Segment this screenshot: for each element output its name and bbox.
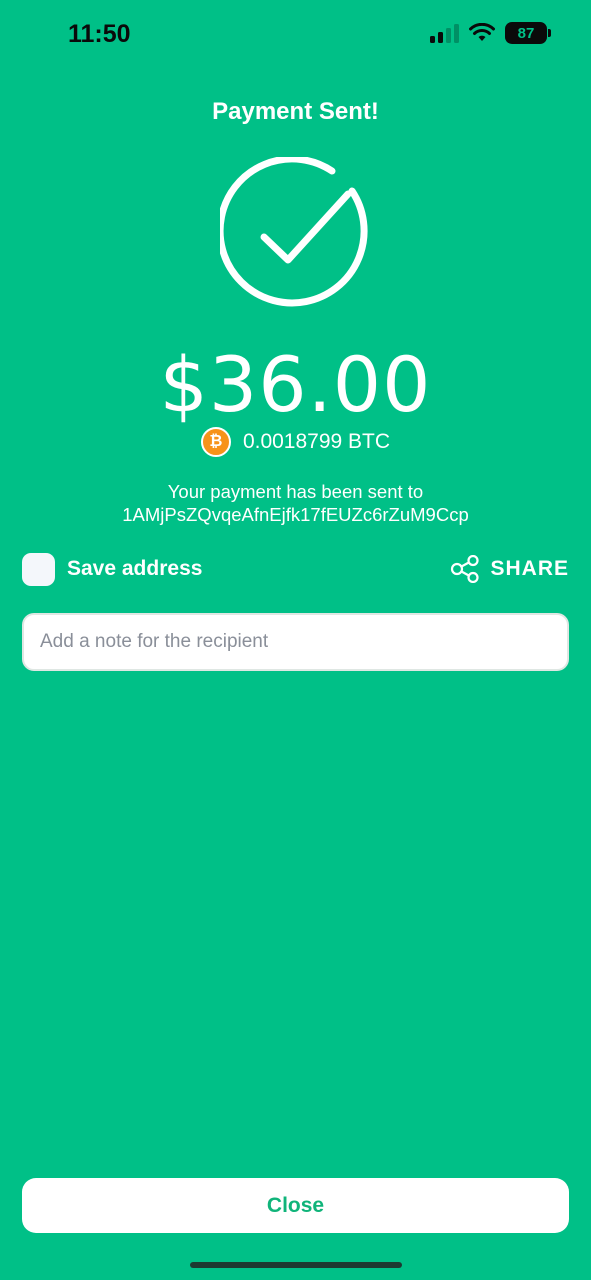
payment-amount: $36.00 — [159, 340, 432, 429]
share-label: SHARE — [490, 557, 569, 580]
sent-line: Your payment has been sent to — [167, 481, 424, 502]
wifi-icon — [469, 23, 495, 41]
btc-amount: 0.0018799 BTC — [242, 430, 391, 453]
battery-icon: 87 — [505, 22, 551, 44]
status-time: 11:50 — [68, 20, 131, 48]
action-row: Save address SHARE — [22, 551, 569, 587]
close-button[interactable]: Close — [22, 1178, 569, 1233]
status-bar: 11:50 87 — [0, 0, 591, 70]
save-address-label: Save address — [67, 557, 203, 580]
share-button[interactable]: SHARE — [450, 555, 569, 583]
share-icon — [451, 555, 480, 583]
sent-message: Your payment has been sent to 1AMjPsZQvq… — [0, 480, 591, 526]
bitcoin-icon: ₿ — [200, 427, 231, 457]
recipient-address: 1AMjPsZQvqeAfnEjfk17fEUZc6rZuM9Ccp — [122, 504, 469, 525]
save-address-toggle[interactable]: Save address — [22, 552, 203, 586]
checkmark-circle-icon — [216, 155, 372, 309]
home-indicator[interactable] — [190, 1262, 402, 1268]
signal-icon — [430, 23, 459, 43]
status-icons: 87 — [430, 22, 551, 44]
note-input[interactable] — [22, 613, 569, 671]
btc-amount-row: ₿ 0.0018799 BTC — [0, 427, 591, 457]
save-address-checkbox[interactable] — [22, 552, 55, 586]
page-title: Payment Sent! — [212, 98, 379, 125]
